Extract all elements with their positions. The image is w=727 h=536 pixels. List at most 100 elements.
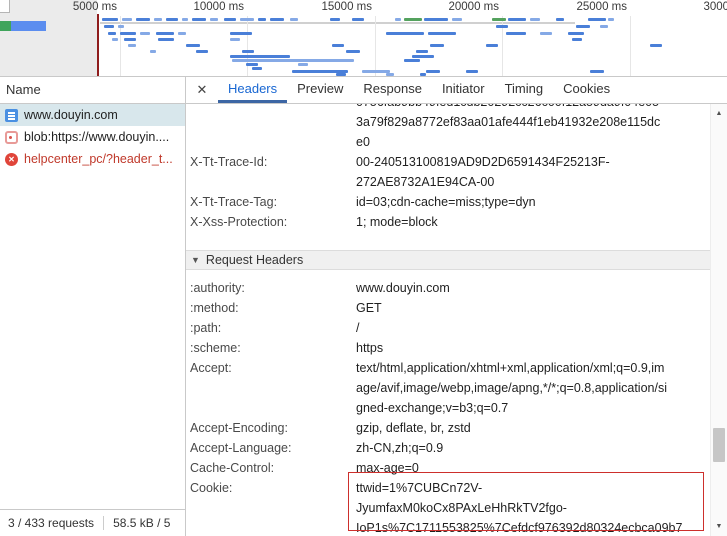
headers-stack: 0756fab9bb49fed1cdb20292cc26c00f12a59da9…: [186, 104, 710, 536]
document-icon: [5, 109, 18, 122]
tab-timing[interactable]: Timing: [495, 77, 554, 103]
header-name: X-Xss-Protection:: [190, 212, 356, 232]
waterfall-bar: [104, 25, 114, 28]
waterfall-bar: [196, 50, 208, 53]
ruler-gridline: [375, 16, 376, 76]
error-icon: ✕: [5, 153, 18, 166]
waterfall-bar: [178, 32, 186, 35]
header-value: 1; mode=block: [356, 212, 710, 232]
request-list-sidebar: Name www.douyin.com blob:https://www.douy…: [0, 77, 186, 536]
waterfall-bar: [124, 38, 136, 41]
waterfall-bar: [588, 18, 606, 21]
waterfall-bar: [608, 18, 614, 21]
request-count-summary: 3 / 433 requests: [8, 516, 94, 530]
waterfall-bar: [496, 25, 508, 28]
scroll-up-icon[interactable]: ▲: [711, 106, 727, 121]
waterfall-bar: [506, 32, 526, 35]
waterfall-bar: [290, 18, 298, 21]
waterfall-bar: [298, 63, 308, 66]
header-name: Accept:: [190, 358, 356, 418]
header-row: 0756fab9bb49fed1cdb20292cc26c00f12a59da9…: [186, 104, 710, 152]
waterfall-bar: [508, 18, 526, 21]
vertical-scrollbar[interactable]: ▲ ▼: [710, 104, 727, 536]
header-value-line: 3a79f829a8772ef83aa01afe444f1eb41932e208…: [356, 112, 710, 132]
waterfall-bar: [452, 18, 462, 21]
header-value-line: 00-240513100819AD9D2D6591434F25213F-: [356, 152, 710, 172]
header-row: Accept:text/html,application/xhtml+xml,a…: [186, 358, 710, 418]
waterfall-bar: [424, 18, 448, 21]
header-value-line: e0: [356, 132, 710, 152]
waterfall-bar: [182, 18, 188, 21]
header-value-line: ttwid=1%7CUBCn72V-: [356, 478, 710, 498]
header-value-line: JyumfaxM0koCx8PAxLeHhRkTV2fgo-: [356, 498, 710, 518]
waterfall-bar: [136, 18, 150, 21]
request-rows: www.douyin.com blob:https://www.douyin...…: [0, 104, 185, 170]
header-row: Accept-Encoding:gzip, deflate, br, zstd: [186, 418, 710, 438]
waterfall-bar: [258, 18, 266, 21]
timeline-ruler: 5000 ms10000 ms15000 ms20000 ms25000 ms3…: [0, 0, 727, 16]
waterfall-bar: [122, 18, 132, 21]
waterfall-bar: [530, 18, 540, 21]
header-name: :method:: [190, 298, 356, 318]
request-headers-section-title: Request Headers: [206, 253, 303, 267]
waterfall-bar: [246, 63, 258, 66]
scrollbar-thumb[interactable]: [713, 428, 725, 462]
header-value: /: [356, 318, 710, 338]
waterfall-bar: [150, 50, 156, 53]
tab-initiator[interactable]: Initiator: [432, 77, 495, 103]
waterfall-bar: [486, 44, 498, 47]
waterfall-overview[interactable]: [0, 16, 727, 76]
request-label: www.douyin.com: [24, 108, 118, 122]
chevron-down-icon: ▼: [191, 255, 200, 265]
header-value: 00-240513100819AD9D2D6591434F25213F-272A…: [356, 152, 710, 192]
waterfall-bar: [600, 25, 608, 28]
header-value: zh-CN,zh;q=0.9: [356, 438, 710, 458]
waterfall-bar: [230, 32, 252, 35]
tab-response[interactable]: Response: [353, 77, 432, 103]
tab-preview[interactable]: Preview: [287, 77, 353, 103]
waterfall-bar: [386, 73, 394, 76]
waterfall-bar: [540, 32, 552, 35]
tab-headers[interactable]: Headers: [218, 77, 287, 103]
header-value: https: [356, 338, 710, 358]
clipped-header-rows: 0756fab9bb49fed1cdb20292cc26c00f12a59da9…: [186, 104, 710, 152]
request-label: helpcenter_pc/?header_t...: [24, 152, 173, 166]
media-icon: [5, 131, 18, 144]
header-name: Accept-Encoding:: [190, 418, 356, 438]
ruler-gridline: [247, 16, 248, 76]
waterfall-bar: [492, 18, 506, 21]
header-value: max-age=0: [356, 458, 710, 478]
name-column-header[interactable]: Name: [0, 77, 185, 104]
close-icon[interactable]: ✕: [186, 77, 218, 103]
waterfall-bar: [128, 44, 136, 47]
waterfall-bar: [556, 18, 564, 21]
request-row[interactable]: ✕ helpcenter_pc/?header_t...: [0, 148, 185, 170]
scroll-down-icon[interactable]: ▼: [711, 519, 727, 534]
header-value-line: id=03;cdn-cache=miss;type=dyn: [356, 192, 710, 212]
request-row[interactable]: blob:https://www.douyin....: [0, 126, 185, 148]
header-value-line: zh-CN,zh;q=0.9: [356, 438, 710, 458]
header-value-line: gned-exchange;v=b3;q=0.7: [356, 398, 710, 418]
header-row: :authority:www.douyin.com: [186, 278, 710, 298]
waterfall-bar: [242, 50, 254, 53]
header-row: Accept-Language:zh-CN,zh;q=0.9: [186, 438, 710, 458]
waterfall-bar: [140, 32, 150, 35]
header-value: gzip, deflate, br, zstd: [356, 418, 710, 438]
waterfall-bar: [352, 18, 364, 21]
header-name: :authority:: [190, 278, 356, 298]
waterfall-bar: [224, 18, 236, 21]
waterfall-bar: [650, 44, 662, 47]
document-icon-lines: [8, 112, 15, 114]
waterfall-bar: [240, 18, 254, 21]
header-row: :method:GET: [186, 298, 710, 318]
header-row: :scheme:https: [186, 338, 710, 358]
request-headers-section-header[interactable]: ▼ Request Headers: [186, 250, 710, 270]
waterfall-bar: [386, 32, 424, 35]
load-event-marker: [97, 14, 99, 76]
waterfall-bar: [568, 32, 584, 35]
header-row: X-Xss-Protection:1; mode=block: [186, 212, 710, 232]
network-overview[interactable]: 5000 ms10000 ms15000 ms20000 ms25000 ms3…: [0, 0, 727, 77]
tab-cookies[interactable]: Cookies: [553, 77, 620, 103]
request-row[interactable]: www.douyin.com: [0, 104, 185, 126]
waterfall-bar: [230, 55, 290, 58]
